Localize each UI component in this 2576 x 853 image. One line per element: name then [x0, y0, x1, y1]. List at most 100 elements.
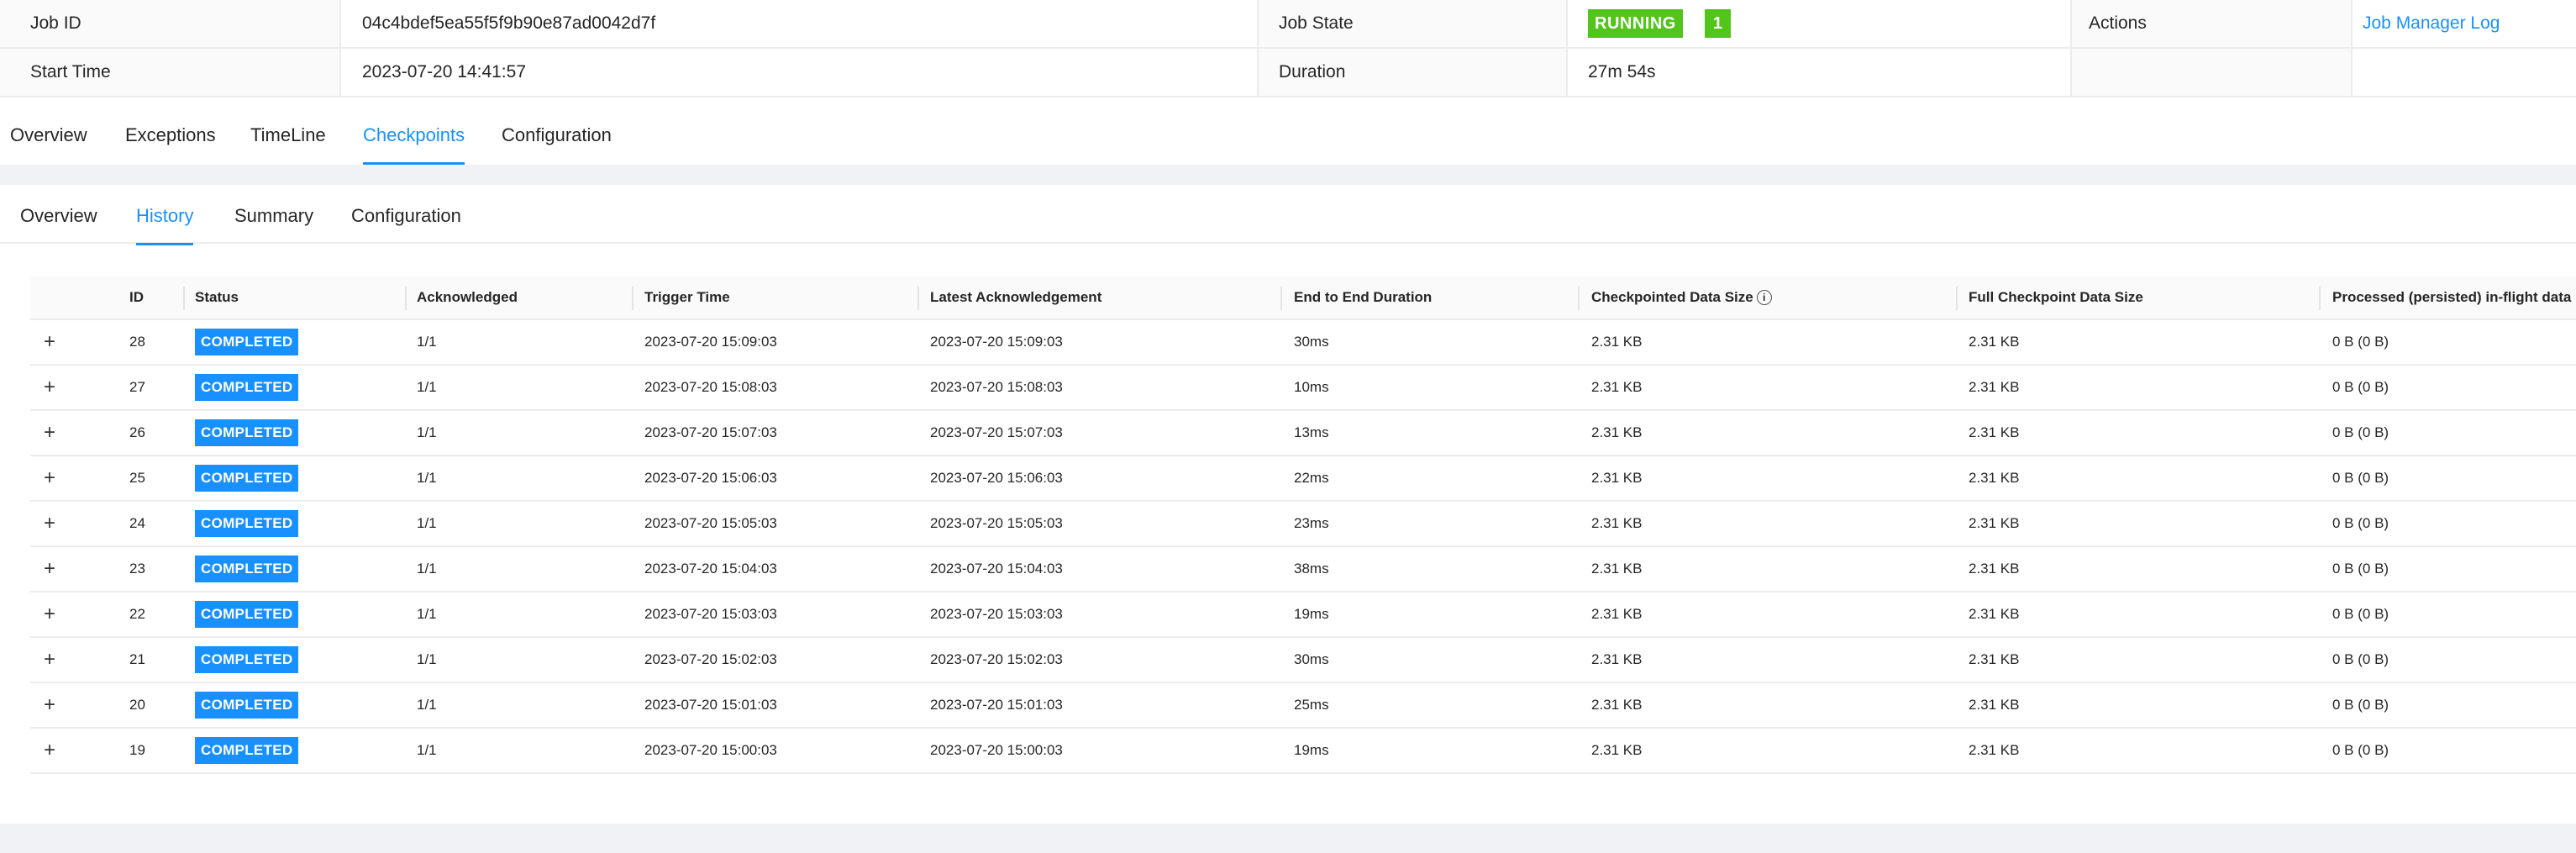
row-id: 22 [129, 606, 145, 622]
completed-badge: COMPLETED [195, 601, 299, 628]
completed-badge: COMPLETED [195, 510, 299, 537]
row-trigger-time: 2023-07-20 15:06:03 [644, 470, 777, 486]
row-id: 20 [129, 697, 145, 713]
completed-badge: COMPLETED [195, 419, 299, 446]
header-latest-ack: Latest Acknowledgement [930, 289, 1102, 305]
row-status: COMPLETED [195, 592, 299, 636]
row-checkpointed-size: 2.31 KB [1591, 515, 1643, 531]
subtab-overview[interactable]: Overview [20, 205, 97, 244]
row-acknowledged: 1/1 [417, 651, 437, 667]
expand-icon[interactable]: + [44, 638, 55, 682]
tab-overview[interactable]: Overview [10, 124, 87, 165]
empty-label-cell [2072, 49, 2353, 96]
start-time-label: Start Time [0, 49, 341, 96]
row-e2e-duration: 22ms [1294, 470, 1329, 486]
table-row: + 22 COMPLETED 1/1 2023-07-20 15:03:03 2… [30, 592, 2576, 638]
expand-icon[interactable]: + [44, 547, 55, 591]
row-inflight: 0 B (0 B) [2332, 742, 2389, 758]
row-full-size: 2.31 KB [1969, 334, 2020, 350]
job-tabs: Overview Exceptions TimeLine Checkpoints… [0, 97, 2576, 165]
expand-icon[interactable]: + [44, 320, 55, 364]
running-count-badge: 1 [1704, 9, 1731, 38]
job-header: Job ID 04c4bdef5ea55f5f9b90e87ad0042d7f … [0, 0, 2576, 165]
expand-icon[interactable]: + [44, 502, 55, 545]
row-full-size: 2.31 KB [1969, 742, 2020, 758]
header-id: ID [129, 289, 144, 305]
subtab-history[interactable]: History [136, 205, 194, 245]
tab-timeline[interactable]: TimeLine [250, 124, 326, 165]
header-divider [632, 287, 633, 310]
table-row: + 25 COMPLETED 1/1 2023-07-20 15:06:03 2… [30, 456, 2576, 502]
job-id-label: Job ID [0, 0, 341, 47]
header-e2e-duration: End to End Duration [1294, 289, 1433, 305]
subtab-configuration[interactable]: Configuration [351, 205, 461, 244]
row-trigger-time: 2023-07-20 15:04:03 [644, 561, 777, 577]
row-checkpointed-size: 2.31 KB [1591, 470, 1643, 486]
info-icon[interactable]: i [1756, 290, 1772, 305]
row-e2e-duration: 10ms [1294, 379, 1329, 395]
expand-icon[interactable]: + [44, 411, 55, 455]
table-row: + 21 COMPLETED 1/1 2023-07-20 15:02:03 2… [30, 638, 2576, 683]
row-id: 27 [129, 379, 145, 395]
row-latest-ack: 2023-07-20 15:03:03 [930, 606, 1063, 622]
row-inflight: 0 B (0 B) [2332, 334, 2389, 350]
header-divider [917, 287, 919, 310]
row-inflight: 0 B (0 B) [2332, 697, 2389, 713]
column-divider [339, 0, 341, 97]
expand-icon[interactable]: + [44, 729, 55, 772]
expand-icon[interactable]: + [44, 683, 55, 727]
header-status: Status [195, 289, 239, 305]
running-badge: RUNNING [1588, 9, 1683, 38]
tab-exceptions[interactable]: Exceptions [125, 124, 216, 165]
tab-checkpoints[interactable]: Checkpoints [363, 124, 465, 165]
row-id: 19 [129, 742, 145, 758]
row-trigger-time: 2023-07-20 15:05:03 [644, 515, 777, 531]
row-acknowledged: 1/1 [417, 742, 437, 758]
checkpoint-subtabs: Overview History Summary Configuration [0, 185, 2576, 245]
row-id: 23 [129, 561, 145, 577]
checkpoints-panel: Overview History Summary Configuration I… [0, 185, 2576, 824]
subtab-summary[interactable]: Summary [234, 205, 313, 244]
column-divider [2351, 0, 2353, 97]
row-inflight: 0 B (0 B) [2332, 424, 2389, 440]
row-e2e-duration: 23ms [1294, 515, 1329, 531]
completed-badge: COMPLETED [195, 465, 299, 492]
completed-badge: COMPLETED [195, 329, 299, 355]
row-id: 25 [129, 470, 145, 486]
tab-configuration[interactable]: Configuration [502, 124, 612, 165]
expand-icon[interactable]: + [44, 592, 55, 636]
row-trigger-time: 2023-07-20 15:07:03 [644, 424, 777, 440]
empty-value-cell [2353, 49, 2576, 96]
header-divider [1956, 287, 1958, 310]
row-inflight: 0 B (0 B) [2332, 515, 2389, 531]
completed-badge: COMPLETED [195, 374, 299, 401]
table-row: + 24 COMPLETED 1/1 2023-07-20 15:05:03 2… [30, 502, 2576, 547]
row-status: COMPLETED [195, 320, 299, 364]
row-full-size: 2.31 KB [1969, 515, 2020, 531]
header-inflight: Processed (persisted) in-flight data [2332, 289, 2572, 305]
row-trigger-time: 2023-07-20 15:02:03 [644, 651, 777, 667]
row-status: COMPLETED [195, 411, 299, 455]
row-full-size: 2.31 KB [1969, 424, 2020, 440]
row-inflight: 0 B (0 B) [2332, 561, 2389, 577]
row-latest-ack: 2023-07-20 15:02:03 [930, 651, 1063, 667]
column-divider [2070, 0, 2072, 97]
row-full-size: 2.31 KB [1969, 379, 2020, 395]
expand-icon[interactable]: + [44, 456, 55, 500]
column-divider [1257, 0, 1259, 97]
row-status: COMPLETED [195, 547, 299, 591]
job-manager-log-link[interactable]: Job Manager Log [2363, 13, 2500, 34]
table-body: + 28 COMPLETED 1/1 2023-07-20 15:09:03 2… [30, 320, 2576, 774]
row-full-size: 2.31 KB [1969, 561, 2020, 577]
row-status: COMPLETED [195, 683, 299, 727]
row-checkpointed-size: 2.31 KB [1591, 379, 1643, 395]
row-id: 21 [129, 651, 145, 667]
header-trigger-time: Trigger Time [644, 289, 730, 305]
row-full-size: 2.31 KB [1969, 606, 2020, 622]
expand-icon[interactable]: + [44, 366, 55, 409]
row-inflight: 0 B (0 B) [2332, 379, 2389, 395]
start-time-value: 2023-07-20 14:41:57 [362, 62, 526, 82]
completed-badge: COMPLETED [195, 692, 299, 719]
table-row: + 26 COMPLETED 1/1 2023-07-20 15:07:03 2… [30, 411, 2576, 456]
header-checkpointed-size-label: Checkpointed Data Size [1591, 289, 1753, 305]
